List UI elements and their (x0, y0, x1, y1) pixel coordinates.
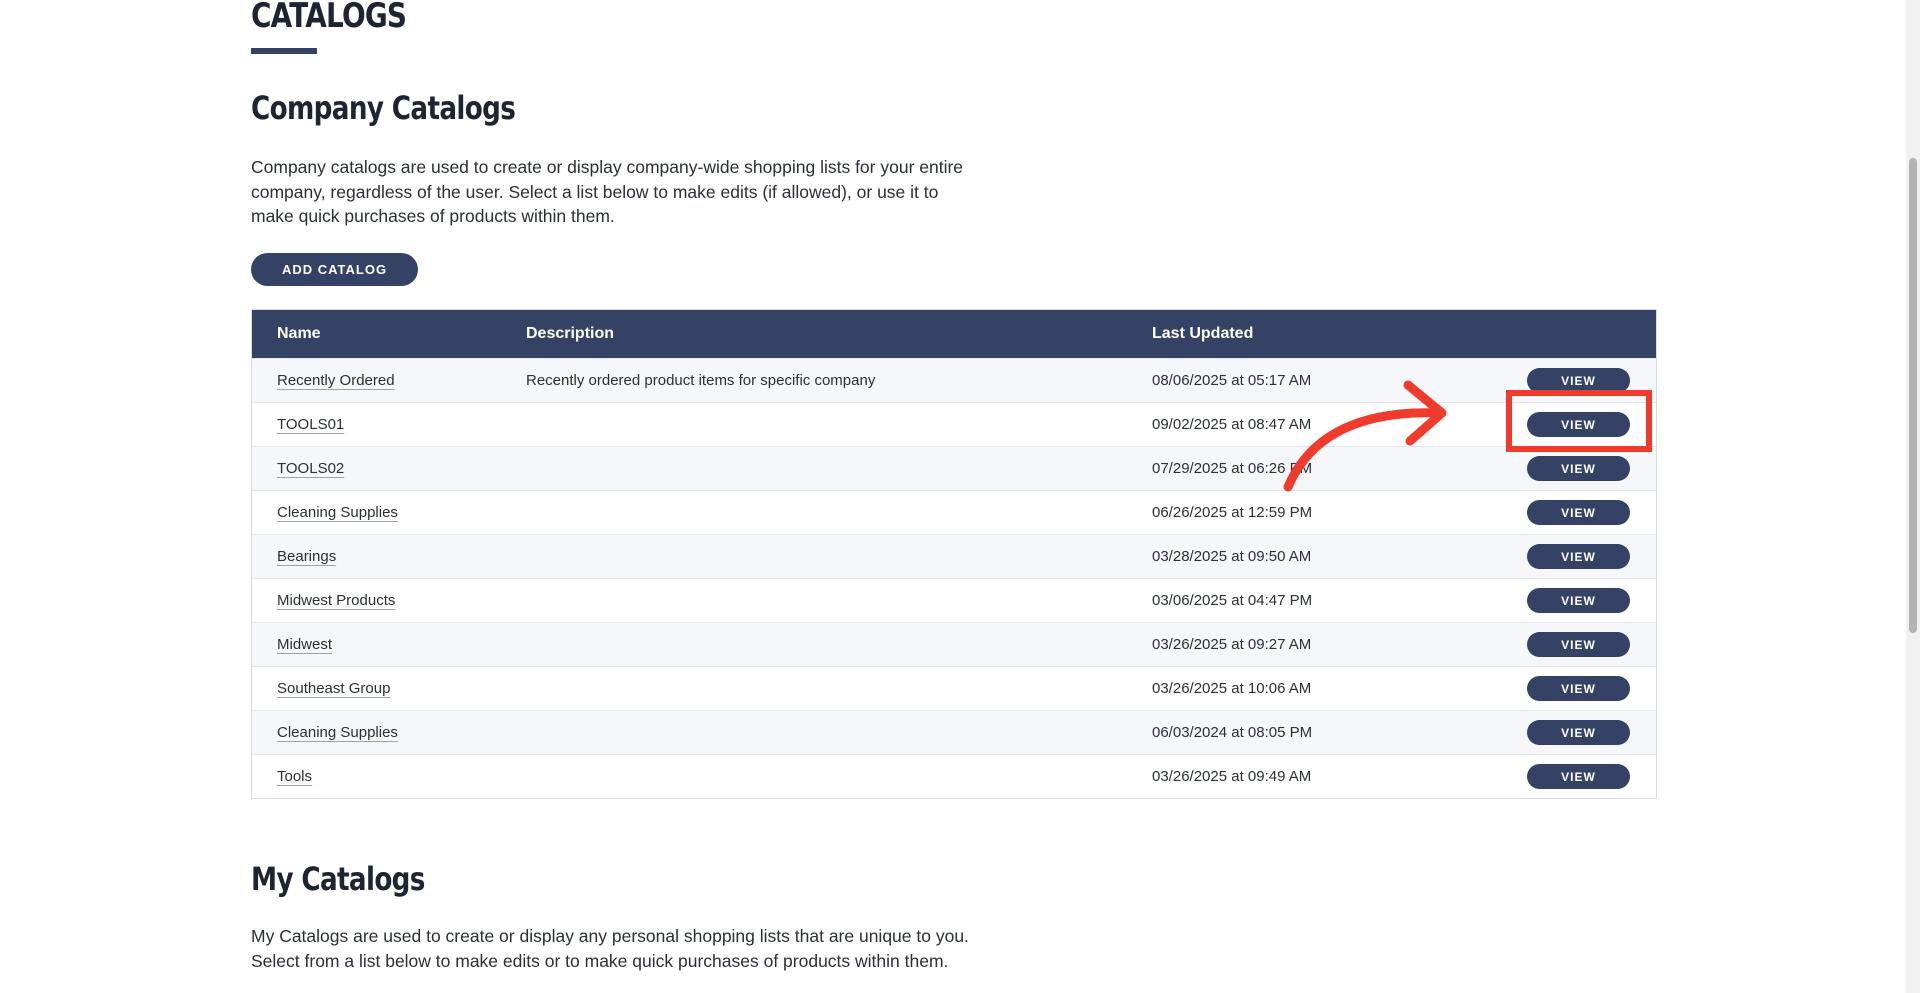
catalog-last-updated-cell: 03/26/2025 at 09:49 AM (1152, 768, 1312, 785)
catalog-last-updated-cell: 06/26/2025 at 12:59 PM (1152, 504, 1313, 521)
my-catalogs-description: My Catalogs are used to create or displa… (251, 926, 969, 971)
catalog-name-link[interactable]: TOOLS01 (277, 416, 344, 433)
catalog-action-cell: VIEW (1527, 456, 1656, 481)
catalog-name-link[interactable]: Bearings (277, 548, 336, 565)
company-catalogs-description: Company catalogs are used to create or d… (251, 157, 964, 226)
view-button[interactable]: VIEW (1527, 456, 1630, 481)
catalog-last-updated-cell: 03/06/2025 at 04:47 PM (1152, 592, 1313, 609)
catalog-last-updated-cell: 08/06/2025 at 05:17 AM (1152, 372, 1312, 389)
catalog-name-link[interactable]: Midwest Products (277, 592, 395, 609)
catalog-name-link[interactable]: Recently Ordered (277, 372, 395, 389)
catalog-name-link[interactable]: Cleaning Supplies (277, 724, 398, 741)
view-button[interactable]: VIEW (1527, 632, 1630, 657)
catalog-name-link[interactable]: Cleaning Supplies (277, 504, 398, 521)
table-row: TOOLS01 09/02/2025 at 08:47 AM VIEW (252, 402, 1656, 446)
catalog-name-cell: TOOLS02 (252, 460, 526, 477)
catalog-action-cell: VIEW (1527, 368, 1656, 393)
catalog-action-cell: VIEW (1527, 676, 1656, 701)
view-button[interactable]: VIEW (1527, 544, 1630, 569)
view-button[interactable]: VIEW (1527, 720, 1630, 745)
table-row: Recently Ordered Recently ordered produc… (252, 358, 1656, 402)
catalog-last-updated-cell: 03/26/2025 at 10:06 AM (1152, 680, 1312, 697)
catalog-name-link[interactable]: Midwest (277, 636, 332, 653)
table-row: Midwest Products 03/06/2025 at 04:47 PM … (252, 578, 1656, 622)
column-header-description: Description (526, 325, 615, 342)
catalog-name-cell: Tools (252, 768, 526, 785)
catalog-description-cell: Recently ordered product items for speci… (526, 372, 876, 389)
view-button[interactable]: VIEW (1527, 588, 1630, 613)
column-header-name: Name (277, 325, 321, 342)
catalog-name-cell: Cleaning Supplies (252, 504, 526, 521)
company-catalogs-table: Name Description Last Updated Recently O… (251, 309, 1657, 799)
catalog-last-updated-cell: 03/26/2025 at 09:27 AM (1152, 636, 1312, 653)
catalog-last-updated-cell: 03/28/2025 at 09:50 AM (1152, 548, 1312, 565)
catalog-action-cell: VIEW (1527, 632, 1656, 657)
page-title: CATALOGS (251, 0, 407, 36)
catalog-name-link[interactable]: Tools (277, 768, 312, 785)
catalog-name-cell: Southeast Group (252, 680, 526, 697)
catalog-name-cell: Midwest Products (252, 592, 526, 609)
table-row: Cleaning Supplies 06/26/2025 at 12:59 PM… (252, 490, 1656, 534)
table-row: Bearings 03/28/2025 at 09:50 AM VIEW (252, 534, 1656, 578)
catalog-last-updated-cell: 07/29/2025 at 06:26 PM (1152, 460, 1313, 477)
catalog-last-updated-cell: 06/03/2024 at 08:05 PM (1152, 724, 1313, 741)
table-row: Cleaning Supplies 06/03/2024 at 08:05 PM… (252, 710, 1656, 754)
table-row: Midwest 03/26/2025 at 09:27 AM VIEW (252, 622, 1656, 666)
title-underline (251, 48, 317, 54)
catalog-name-link[interactable]: Southeast Group (277, 680, 390, 697)
catalog-action-cell: VIEW (1527, 544, 1656, 569)
catalog-action-cell: VIEW (1527, 720, 1656, 745)
catalog-action-cell: VIEW (1527, 588, 1656, 613)
table-row: TOOLS02 07/29/2025 at 06:26 PM VIEW (252, 446, 1656, 490)
view-button[interactable]: VIEW (1527, 500, 1630, 525)
catalogs-page: CATALOGS Company Catalogs Company catalo… (0, 0, 1920, 993)
table-row: Southeast Group 03/26/2025 at 10:06 AM V… (252, 666, 1656, 710)
catalog-name-cell: TOOLS01 (252, 416, 526, 433)
catalog-name-cell: Midwest (252, 636, 526, 653)
view-button[interactable]: VIEW (1527, 368, 1630, 393)
add-catalog-button[interactable]: ADD CATALOG (251, 253, 418, 286)
view-button[interactable]: VIEW (1527, 676, 1630, 701)
scrollbar-thumb[interactable] (1909, 158, 1917, 633)
table-body: Recently Ordered Recently ordered produc… (252, 358, 1656, 798)
view-button[interactable]: VIEW (1527, 412, 1630, 437)
catalog-name-cell: Cleaning Supplies (252, 724, 526, 741)
catalog-name-link[interactable]: TOOLS02 (277, 460, 344, 477)
catalog-name-cell: Bearings (252, 548, 526, 565)
column-header-last-updated: Last Updated (1152, 325, 1254, 342)
catalog-name-cell: Recently Ordered (252, 372, 526, 389)
catalog-action-cell: VIEW (1527, 500, 1656, 525)
catalog-last-updated-cell: 09/02/2025 at 08:47 AM (1152, 416, 1312, 433)
table-row: Tools 03/26/2025 at 09:49 AM VIEW (252, 754, 1656, 798)
my-catalogs-heading: My Catalogs (251, 860, 425, 898)
view-button[interactable]: VIEW (1527, 764, 1630, 789)
catalog-action-cell: VIEW (1527, 764, 1656, 789)
company-catalogs-heading: Company Catalogs (251, 89, 516, 127)
catalog-action-cell: VIEW (1527, 412, 1656, 437)
table-header: Name Description Last Updated (252, 310, 1656, 358)
